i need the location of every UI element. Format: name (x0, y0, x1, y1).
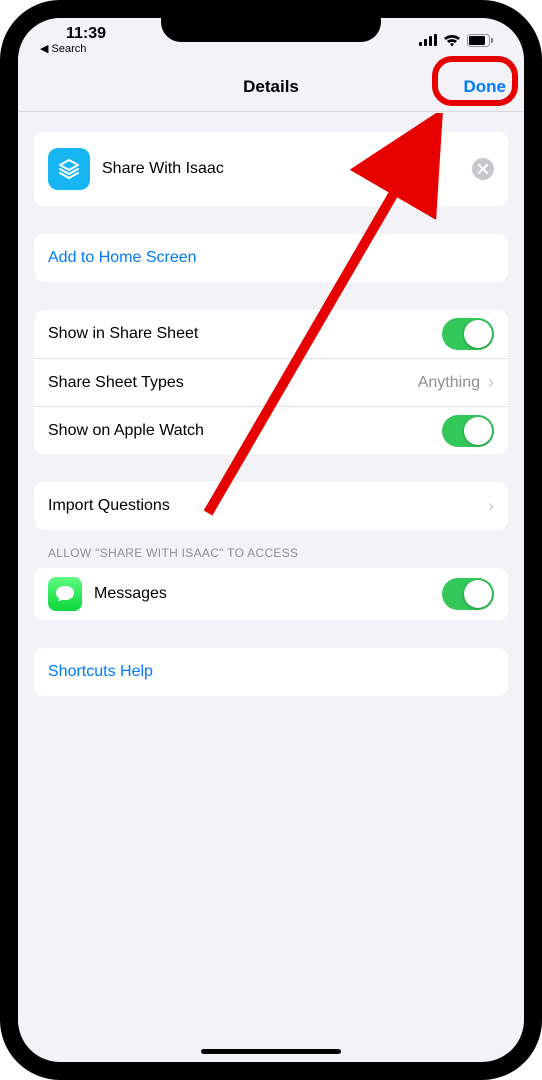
show-in-share-sheet-toggle[interactable] (442, 318, 494, 350)
home-indicator[interactable] (201, 1049, 341, 1054)
status-bar: 11:39 ◀ Search (18, 18, 524, 62)
show-on-apple-watch-toggle[interactable] (442, 415, 494, 447)
shortcut-name-label: Share With Isaac (102, 160, 472, 178)
messages-access-label: Messages (94, 585, 442, 603)
add-to-home-screen-button[interactable]: Add to Home Screen (34, 234, 508, 282)
shortcut-name-row[interactable]: Share With Isaac (34, 140, 508, 198)
battery-icon (467, 34, 494, 47)
power-button (536, 225, 542, 325)
volume-down-button (0, 305, 6, 375)
share-sheet-types-value: Anything (418, 374, 480, 392)
shortcuts-help-label: Shortcuts Help (48, 663, 153, 681)
nav-bar: Details Done (18, 62, 524, 112)
shortcuts-help-button[interactable]: Shortcuts Help (34, 648, 508, 696)
import-questions-row[interactable]: Import Questions › (34, 482, 508, 530)
share-sheet-types-label: Share Sheet Types (48, 374, 418, 392)
shortcut-icon (48, 148, 90, 190)
share-sheet-types-row[interactable]: Share Sheet Types Anything › (34, 358, 508, 406)
page-title: Details (243, 77, 299, 97)
wifi-icon (443, 34, 461, 47)
show-on-apple-watch-label: Show on Apple Watch (48, 422, 442, 440)
content-scroll[interactable]: Share With Isaac Add to Home Screen Show… (18, 112, 524, 696)
show-on-apple-watch-row: Show on Apple Watch (34, 406, 508, 454)
messages-app-icon (48, 577, 82, 611)
access-section-header: ALLOW "SHARE WITH ISAAC" TO ACCESS (48, 546, 504, 560)
show-in-share-sheet-row: Show in Share Sheet (34, 310, 508, 358)
add-to-home-screen-label: Add to Home Screen (48, 249, 197, 267)
done-button[interactable]: Done (464, 77, 507, 97)
mute-switch (0, 150, 6, 190)
messages-access-row: Messages (34, 568, 508, 620)
chevron-right-icon: › (488, 496, 494, 517)
clear-name-button[interactable] (472, 158, 494, 180)
status-time: 11:39 (66, 25, 106, 43)
show-in-share-sheet-label: Show in Share Sheet (48, 325, 442, 343)
volume-up-button (0, 220, 6, 290)
chevron-right-icon: › (488, 372, 494, 393)
screen: 11:39 ◀ Search Details Done (18, 18, 524, 1062)
cellular-signal-icon (419, 34, 437, 46)
breadcrumb-back[interactable]: ◀ Search (40, 42, 86, 55)
import-questions-label: Import Questions (48, 497, 484, 515)
messages-access-toggle[interactable] (442, 578, 494, 610)
